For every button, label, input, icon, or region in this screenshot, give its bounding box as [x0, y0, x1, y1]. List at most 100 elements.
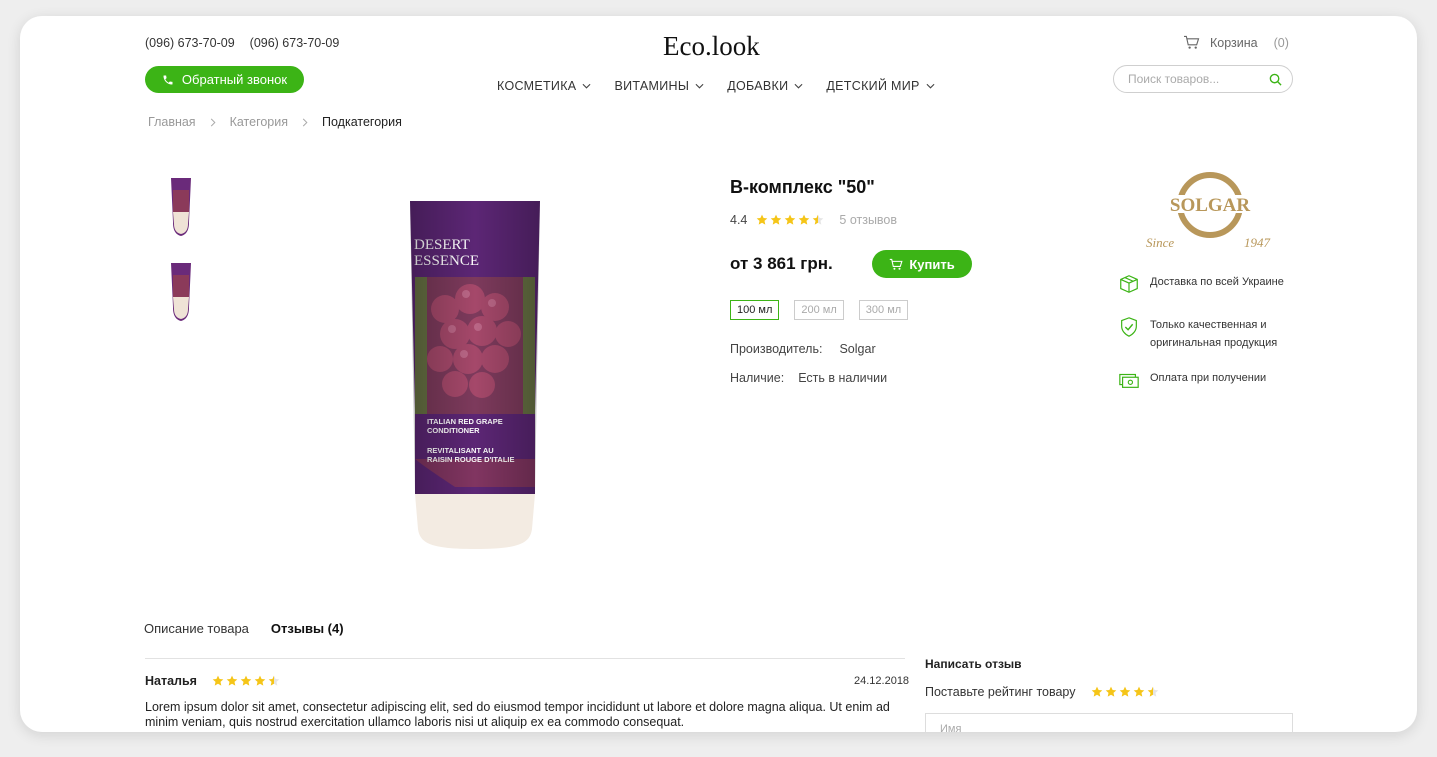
page-frame: (096) 673-70-09 (096) 673-70-09 Обратный…: [20, 16, 1417, 732]
nav-item-label: ВИТАМИНЫ: [614, 79, 690, 93]
breadcrumb-category[interactable]: Категория: [230, 115, 288, 129]
brand-year: 1947: [1244, 235, 1271, 249]
search-icon[interactable]: [1269, 73, 1282, 86]
callback-label: Обратный звонок: [181, 72, 288, 87]
cart-count: (0): [1273, 35, 1289, 50]
brand-name: SOLGAR: [1170, 195, 1251, 216]
product-tube-thumbnail: [171, 263, 191, 321]
star-icon: [226, 675, 238, 686]
search-box: [1113, 65, 1293, 93]
chevron-right-icon: [302, 118, 308, 126]
tabs-divider: [145, 658, 905, 659]
feature-quality: Только качественная и оригинальная проду…: [1118, 316, 1298, 352]
feature-text: Только качественная и оригинальная проду…: [1150, 319, 1278, 349]
tab-reviews[interactable]: Отзывы (4): [271, 621, 344, 636]
manufacturer-row: Производитель: Solgar: [730, 342, 876, 356]
chevron-down-icon: [582, 83, 591, 89]
star-icon[interactable]: [1119, 686, 1131, 698]
breadcrumb: Главная Категория Подкатегория: [148, 115, 402, 129]
nav-item-label: КОСМЕТИКА: [497, 79, 577, 93]
box-icon: [1120, 275, 1138, 293]
rating-value: 4.4: [730, 213, 748, 227]
nav-item-vitamins[interactable]: ВИТАМИНЫ: [614, 79, 704, 93]
star-icon: [813, 214, 824, 225]
star-icon: [254, 675, 266, 686]
chevron-down-icon: [794, 83, 803, 89]
callback-button[interactable]: Обратный звонок: [145, 66, 304, 93]
review-text: Lorem ipsum dolor sit amet, consectetur …: [145, 700, 890, 729]
write-review-title: Написать отзыв: [925, 657, 1022, 671]
rate-label: Поставьте рейтинг товару: [925, 685, 1076, 699]
product-thumbnail-1[interactable]: [151, 172, 211, 242]
cart-label: Корзина: [1210, 35, 1258, 50]
nav-item-supplements[interactable]: ДОБАВКИ: [727, 79, 803, 93]
star-icon[interactable]: [1133, 686, 1145, 698]
nav-item-cosmetics[interactable]: КОСМЕТИКА: [497, 79, 591, 93]
feature-payment: Оплата при получении: [1118, 369, 1266, 391]
reviews-count-link[interactable]: 5 отзывов: [839, 213, 897, 227]
search-input[interactable]: [1128, 72, 1269, 86]
cart-icon: [890, 258, 903, 270]
star-icon: [240, 675, 252, 686]
chevron-down-icon: [695, 83, 704, 89]
product-tube-thumbnail: [171, 178, 191, 236]
breadcrumb-home[interactable]: Главная: [148, 115, 196, 129]
product-tabs: Описание товара Отзывы (4): [144, 621, 344, 636]
volume-option-300[interactable]: 300 мл: [858, 300, 909, 320]
product-main-image: DESERT ESSENCE ITALIAN RED GRAPE CONDITI…: [400, 199, 550, 551]
rate-stars-input[interactable]: [1091, 686, 1159, 698]
star-icon: [757, 214, 768, 225]
star-icon: [268, 675, 280, 686]
availability-label: Наличие:: [730, 371, 785, 385]
phone-icon: [163, 75, 173, 84]
breadcrumb-current: Подкатегория: [322, 115, 402, 129]
review-author: Наталья: [145, 674, 197, 688]
star-icon: [799, 214, 810, 225]
cart-link[interactable]: Корзина (0): [1183, 35, 1289, 50]
brand-logo[interactable]: SOLGAR Since 1947: [1140, 171, 1280, 250]
product-price: от 3 861 грн.: [730, 254, 833, 273]
product-thumbnail-2[interactable]: [151, 257, 211, 327]
review-date: 24.12.2018: [854, 675, 910, 687]
brand-since: Since: [1146, 235, 1174, 249]
star-icon[interactable]: [1147, 686, 1159, 698]
rating-stars: [756, 214, 824, 226]
phone-number-2[interactable]: (096) 673-70-09: [250, 36, 340, 50]
feature-text: Доставка по всей Украине: [1150, 276, 1284, 288]
site-logo[interactable]: Eco.look: [663, 31, 760, 62]
product-tube-image: DESERT ESSENCE ITALIAN RED GRAPE CONDITI…: [410, 201, 540, 549]
feature-delivery: Доставка по всей Украине: [1118, 273, 1284, 295]
nav-item-label: ДЕТСКИЙ МИР: [826, 79, 920, 93]
cash-icon: [1119, 373, 1139, 388]
availability-value: Есть в наличии: [798, 371, 888, 385]
volume-option-200[interactable]: 200 мл: [794, 300, 844, 320]
availability-row: Наличие: Есть в наличии: [730, 371, 887, 385]
chevron-down-icon: [926, 83, 935, 89]
manufacturer-label: Производитель:: [730, 342, 823, 356]
review-stars: [212, 675, 280, 687]
star-icon: [785, 214, 796, 225]
volume-option-100[interactable]: 100 мл: [730, 300, 780, 320]
buy-button[interactable]: Купить: [872, 250, 972, 278]
review-header: Наталья: [145, 674, 280, 688]
solgar-logo: SOLGAR Since 1947: [1146, 172, 1271, 250]
main-nav: КОСМЕТИКА ВИТАМИНЫ ДОБАВКИ ДЕТСКИЙ МИР: [497, 79, 935, 93]
phone-numbers: (096) 673-70-09 (096) 673-70-09: [145, 36, 339, 50]
phone-number-1[interactable]: (096) 673-70-09: [145, 36, 235, 50]
star-icon: [212, 675, 224, 686]
product-rating: 4.4 5 отзывов: [730, 213, 897, 227]
buy-label: Купить: [909, 256, 955, 272]
shield-check-icon: [1121, 317, 1137, 337]
cart-icon: [1184, 35, 1200, 49]
review-name-input[interactable]: [925, 713, 1293, 732]
feature-text: Оплата при получении: [1150, 372, 1267, 384]
nav-item-label: ДОБАВКИ: [727, 79, 789, 93]
nav-item-kids[interactable]: ДЕТСКИЙ МИР: [826, 79, 935, 93]
chevron-right-icon: [210, 118, 216, 126]
volume-options: 100 мл 200 мл 300 мл: [730, 300, 909, 320]
tab-description[interactable]: Описание товара: [144, 621, 249, 636]
star-icon[interactable]: [1105, 686, 1117, 698]
star-icon[interactable]: [1091, 686, 1103, 698]
rate-product-row: Поставьте рейтинг товару: [925, 685, 1159, 699]
star-icon: [771, 214, 782, 225]
